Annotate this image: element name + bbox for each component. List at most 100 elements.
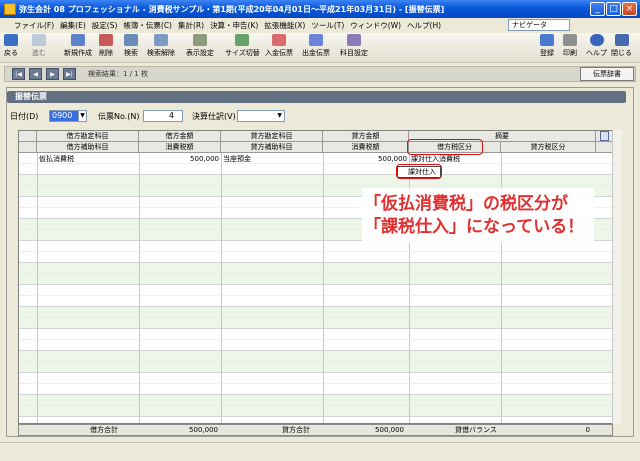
menu-summary[interactable]: 集計(R) bbox=[178, 20, 204, 31]
menu-extensions[interactable]: 拡張機能(X) bbox=[264, 20, 305, 31]
grid-row-band bbox=[19, 263, 612, 274]
search-clear-button[interactable]: 検索解除 bbox=[147, 34, 175, 62]
grid-scrollbar[interactable] bbox=[612, 130, 622, 424]
voucher-no-input[interactable]: 4 bbox=[143, 110, 183, 122]
header-corner bbox=[19, 131, 37, 142]
maximize-button[interactable]: □ bbox=[606, 2, 621, 16]
close-button[interactable]: 閉じる bbox=[611, 34, 632, 62]
panel-title: 振替伝票 bbox=[7, 91, 626, 103]
grid-row-band bbox=[19, 340, 612, 351]
grid-row-band bbox=[19, 384, 612, 395]
window-close-button[interactable]: × bbox=[622, 2, 637, 16]
credit-total-value: 500,000 bbox=[375, 426, 404, 434]
account-settings-button[interactable]: 科目設定 bbox=[340, 34, 368, 62]
grid-row-band bbox=[19, 318, 612, 329]
grid-row-band bbox=[19, 285, 612, 296]
delete-icon bbox=[99, 34, 113, 46]
display-settings-button[interactable]: 表示設定 bbox=[186, 34, 214, 62]
header-credit-sub: 貸方補助科目 bbox=[221, 142, 323, 153]
prev-page-button[interactable]: ◀ bbox=[29, 68, 42, 80]
credit-amount-cell[interactable]: 500,000 bbox=[323, 154, 407, 165]
print-button[interactable]: 印刷 bbox=[563, 34, 577, 62]
payment-slip-button[interactable]: 出金伝票 bbox=[302, 34, 330, 62]
annotation-line-2: 「課税仕入」になっている！ bbox=[364, 217, 585, 237]
status-bar bbox=[0, 442, 640, 461]
search-result-text: 検索結果：1 / 1 枚 bbox=[88, 70, 148, 78]
deposit-slip-icon bbox=[272, 34, 286, 46]
grid-row-band bbox=[19, 274, 612, 285]
annotation-line-1: 「仮払消費税」の税区分が bbox=[364, 194, 568, 214]
minimize-button[interactable]: _ bbox=[590, 2, 605, 16]
credit-account-cell[interactable]: 当座預金 bbox=[223, 154, 251, 165]
menu-settings[interactable]: 設定(S) bbox=[92, 20, 118, 31]
new-document-icon bbox=[71, 34, 85, 46]
grid-row-band bbox=[19, 329, 612, 340]
resize-button[interactable]: サイズ切替 bbox=[225, 34, 260, 62]
voucher-dictionary-button[interactable]: 伝票辞書 bbox=[580, 67, 634, 81]
balance-label: 貸借バランス bbox=[455, 426, 497, 434]
header-credit-tax: 消費税額 bbox=[323, 142, 409, 153]
deposit-slip-button[interactable]: 入金伝票 bbox=[265, 34, 293, 62]
register-icon bbox=[540, 34, 554, 46]
new-button[interactable]: 新規作成 bbox=[64, 34, 92, 62]
payment-slip-icon bbox=[309, 34, 323, 46]
menu-books[interactable]: 帳簿・伝票(C) bbox=[123, 20, 172, 31]
menu-window[interactable]: ウィンドウ(W) bbox=[350, 20, 401, 31]
help-icon bbox=[589, 34, 604, 46]
grid-row-band bbox=[19, 252, 612, 263]
header-debit-amount: 借方金額 bbox=[139, 131, 221, 142]
debit-total-label: 借方合計 bbox=[90, 426, 118, 434]
memo-icon bbox=[600, 131, 609, 141]
menu-file[interactable]: ファイル(F) bbox=[14, 20, 54, 31]
header-memo-icon[interactable] bbox=[596, 131, 612, 142]
delete-button[interactable]: 削除 bbox=[99, 34, 113, 62]
first-page-button[interactable]: |◀ bbox=[12, 68, 25, 80]
grid-row-band bbox=[19, 395, 612, 406]
settlement-select[interactable]: ▼ bbox=[237, 110, 285, 122]
forward-button[interactable]: 進む bbox=[32, 34, 46, 62]
print-icon bbox=[563, 34, 577, 46]
forward-arrow-icon bbox=[32, 34, 46, 46]
navigator-select[interactable]: ナビゲータ bbox=[508, 19, 570, 31]
highlight-dropdown bbox=[396, 164, 442, 179]
debit-account-cell[interactable]: 仮払消費税 bbox=[39, 154, 74, 165]
menu-help[interactable]: ヘルプ(H) bbox=[407, 20, 441, 31]
grid-row-band bbox=[19, 362, 612, 373]
grid-row-band bbox=[19, 164, 612, 175]
journal-grid: 借方勘定科目 借方金額 貸方勘定科目 貸方金額 摘要 借方補助科目 消費税額 貸… bbox=[18, 130, 613, 424]
balance-value: 0 bbox=[585, 426, 590, 434]
debit-amount-cell[interactable]: 500,000 bbox=[139, 154, 219, 165]
menu-edit[interactable]: 編集(E) bbox=[60, 20, 86, 31]
settlement-label: 決算仕訳(V) bbox=[192, 112, 236, 121]
grid-row-band bbox=[19, 307, 612, 318]
voucher-no-label: 伝票No.(N) bbox=[98, 112, 140, 121]
header-corner-2 bbox=[19, 142, 37, 153]
app-icon bbox=[4, 3, 16, 15]
header-debit-account: 借方勘定科目 bbox=[37, 131, 139, 142]
header-credit-account: 貸方勘定科目 bbox=[221, 131, 323, 142]
register-button[interactable]: 登録 bbox=[540, 34, 554, 62]
date-dropdown[interactable]: ▼ bbox=[78, 110, 87, 122]
search-icon bbox=[124, 34, 138, 46]
header-credit-tax-category: 貸方税区分 bbox=[501, 142, 596, 153]
menu-tools[interactable]: ツール(T) bbox=[311, 20, 344, 31]
back-button[interactable]: 戻る bbox=[4, 34, 18, 62]
header-debit-sub: 借方補助科目 bbox=[37, 142, 139, 153]
help-button[interactable]: ヘルプ bbox=[586, 34, 607, 62]
menu-closing[interactable]: 決算・申告(K) bbox=[210, 20, 258, 31]
grid-row-band bbox=[19, 296, 612, 307]
grid-row-band bbox=[19, 175, 612, 186]
last-page-button[interactable]: ▶| bbox=[63, 68, 76, 80]
title-bar: 弥生会計 08 プロフェッショナル - 消費税サンプル・第1期(平成20年04月… bbox=[0, 0, 640, 18]
highlight-tax-header bbox=[407, 139, 483, 155]
search-button[interactable]: 検索 bbox=[124, 34, 138, 62]
back-arrow-icon bbox=[4, 34, 18, 46]
next-page-button[interactable]: ▶ bbox=[46, 68, 59, 80]
header-spacer bbox=[596, 142, 612, 153]
date-label: 日付(D) bbox=[10, 112, 39, 121]
display-settings-icon bbox=[193, 34, 207, 46]
account-settings-icon bbox=[347, 34, 361, 46]
grid-row-band bbox=[19, 406, 612, 417]
grid-row-band bbox=[19, 351, 612, 362]
window-title: 弥生会計 08 プロフェッショナル - 消費税サンプル・第1期(平成20年04月… bbox=[19, 4, 445, 14]
